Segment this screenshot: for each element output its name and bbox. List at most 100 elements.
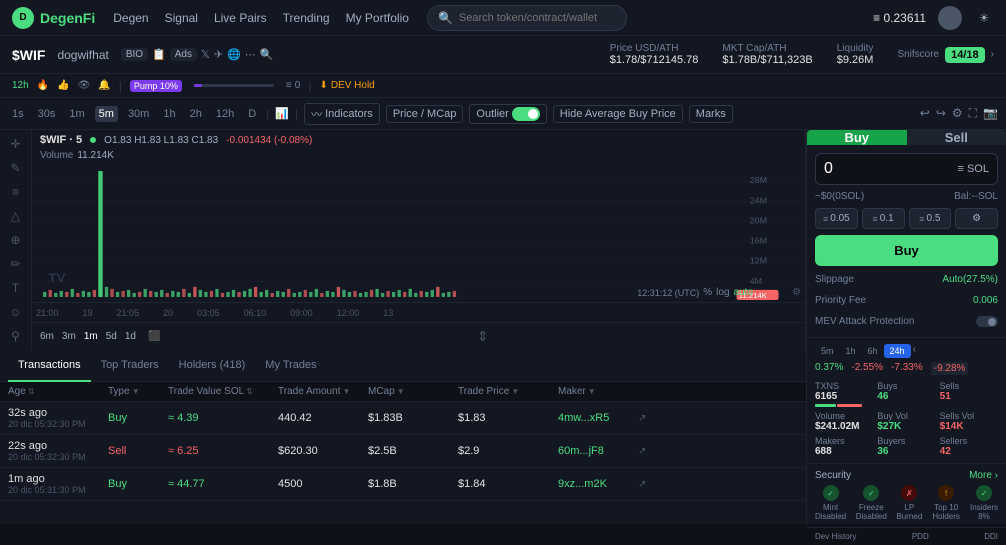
- undo-icon[interactable]: ↩: [920, 106, 930, 121]
- quick-btn-settings[interactable]: ⚙: [955, 208, 998, 229]
- eye-icon[interactable]: 👁: [78, 80, 91, 91]
- dev-history-item[interactable]: Dev History: [815, 532, 856, 541]
- candlestick-icon[interactable]: ⬛: [148, 331, 160, 342]
- nav-link-degen[interactable]: Degen: [113, 11, 148, 25]
- twitter-icon[interactable]: 𝕏: [201, 48, 210, 61]
- telegram-icon[interactable]: ✈: [214, 48, 223, 61]
- tf-small-6m[interactable]: 6m: [40, 331, 54, 342]
- svg-text:16M: 16M: [750, 236, 767, 246]
- th-mcap[interactable]: MCap ▼: [368, 386, 458, 397]
- nav-link-trending[interactable]: Trending: [283, 11, 330, 25]
- security-more[interactable]: More ›: [969, 470, 998, 481]
- th-maker[interactable]: Maker ▼: [558, 386, 638, 397]
- nav-link-live-pairs[interactable]: Live Pairs: [214, 11, 267, 25]
- user-avatar[interactable]: [938, 6, 962, 30]
- globe-icon[interactable]: 🌐: [227, 48, 241, 61]
- pencil-icon[interactable]: ✎: [6, 160, 26, 176]
- bell-icon[interactable]: 🔔: [98, 80, 110, 91]
- settings-icon[interactable]: ⚙: [952, 106, 963, 121]
- th-trade-value[interactable]: Trade Value SOL ⇅: [168, 386, 278, 397]
- outlier-btn[interactable]: Outlier: [469, 104, 546, 124]
- buy-tab[interactable]: Buy: [807, 130, 907, 145]
- crosshair-icon[interactable]: ✛: [6, 136, 26, 152]
- tf-small-1d[interactable]: 1d: [125, 331, 136, 342]
- priority-fee-val[interactable]: 0.006: [973, 295, 998, 306]
- snifscore-expand[interactable]: ›: [991, 49, 994, 60]
- tab-top-traders[interactable]: Top Traders: [91, 350, 169, 382]
- magnet-icon[interactable]: ⚲: [6, 328, 26, 344]
- nav-link-signal[interactable]: Signal: [165, 11, 198, 25]
- ddi-item[interactable]: DDI: [984, 532, 998, 541]
- tf-d[interactable]: D: [244, 106, 260, 122]
- log-btn[interactable]: log: [716, 287, 729, 298]
- marks-btn[interactable]: Marks: [689, 105, 733, 123]
- redo-icon[interactable]: ↪: [936, 106, 946, 121]
- tf-2h[interactable]: 2h: [186, 106, 206, 122]
- dev-history-row: Dev History PDD DDI: [807, 527, 1006, 545]
- draw-icon[interactable]: ✏: [6, 256, 26, 272]
- chart-type-icon[interactable]: 📊: [275, 107, 289, 120]
- tab-my-trades[interactable]: My Trades: [255, 350, 326, 382]
- search-input[interactable]: [459, 12, 616, 24]
- stat-tab-1h[interactable]: 1h: [840, 344, 862, 358]
- tf-1m[interactable]: 1m: [65, 106, 88, 122]
- stat-tab-24h[interactable]: 24h: [884, 344, 911, 358]
- tf-30m[interactable]: 30m: [124, 106, 153, 122]
- quick-btn-0.1[interactable]: ≡0.1: [862, 208, 905, 229]
- th-trade-price[interactable]: Trade Price ▼: [458, 386, 558, 397]
- measure-icon[interactable]: ⊕: [6, 232, 26, 248]
- sol-amount-input[interactable]: [824, 160, 923, 178]
- bio-badge[interactable]: BIO: [121, 48, 148, 61]
- more-icon[interactable]: ⋯: [245, 48, 256, 61]
- tf-12h[interactable]: 12h: [212, 106, 238, 122]
- fullscreen-icon[interactable]: ⛶: [969, 106, 977, 121]
- td-ext-link[interactable]: ↗: [638, 440, 658, 462]
- thumb-icon[interactable]: 👍: [57, 80, 69, 91]
- td-ext-link[interactable]: ↗: [638, 473, 658, 495]
- flame-icon[interactable]: 🔥: [37, 80, 49, 91]
- search-bar[interactable]: 🔍: [427, 5, 627, 31]
- tf-small-3m[interactable]: 3m: [62, 331, 76, 342]
- drag-handle[interactable]: ⇕: [477, 328, 489, 345]
- hide-avg-buy-btn[interactable]: Hide Average Buy Price: [553, 105, 683, 123]
- theme-toggle[interactable]: ☀: [974, 8, 994, 28]
- th-age[interactable]: Age ⇅: [8, 386, 108, 397]
- sell-tab[interactable]: Sell: [907, 130, 1006, 145]
- triangle-icon[interactable]: △: [6, 208, 26, 224]
- th-trade-amount[interactable]: Trade Amount ▼: [278, 386, 368, 397]
- outlier-toggle[interactable]: [512, 107, 540, 121]
- copy-icon[interactable]: 📋: [152, 48, 166, 61]
- nav-link-my-portfolio[interactable]: My Portfolio: [346, 11, 409, 25]
- quick-btn-0.05[interactable]: ≡0.05: [815, 208, 858, 229]
- pdd-item[interactable]: PDD: [912, 532, 929, 541]
- slippage-val[interactable]: Auto(27.5%): [942, 274, 998, 285]
- tf-small-5d[interactable]: 5d: [106, 331, 117, 342]
- tf-5m[interactable]: 5m: [95, 106, 118, 122]
- tf-30s[interactable]: 30s: [34, 106, 60, 122]
- price-mcap-btn[interactable]: Price / MCap: [386, 105, 464, 123]
- ads-badge[interactable]: Ads: [170, 48, 197, 61]
- mev-toggle[interactable]: [976, 316, 998, 327]
- auto-btn[interactable]: auto: [734, 287, 753, 298]
- stat-tab-6h[interactable]: 6h: [862, 344, 884, 358]
- text-icon[interactable]: T: [6, 280, 26, 296]
- tab-holders[interactable]: Holders (418): [169, 350, 256, 382]
- camera-icon[interactable]: 📷: [983, 106, 998, 121]
- chart-settings-icon[interactable]: ⚙: [792, 284, 801, 298]
- search-icon-2[interactable]: 🔍: [260, 48, 274, 61]
- indicators-btn[interactable]: 〰 Indicators: [304, 103, 380, 125]
- percent-btn[interactable]: %: [703, 287, 712, 298]
- td-ext-link[interactable]: ↗: [638, 407, 658, 429]
- tf-1h[interactable]: 1h: [159, 106, 179, 122]
- tf-small-1m[interactable]: 1m: [84, 331, 98, 342]
- lines-icon[interactable]: ≡: [6, 184, 26, 200]
- stats-collapse-icon[interactable]: ‹: [913, 344, 916, 358]
- buy-button[interactable]: Buy: [815, 235, 998, 266]
- emoji-icon[interactable]: ☺: [6, 304, 26, 320]
- tab-transactions[interactable]: Transactions: [8, 350, 91, 382]
- quick-btn-0.5[interactable]: ≡0.5: [909, 208, 952, 229]
- th-type[interactable]: Type ▼: [108, 386, 168, 397]
- logo[interactable]: D DegenFi: [12, 7, 95, 29]
- tf-1s[interactable]: 1s: [8, 106, 28, 122]
- stat-tab-5m[interactable]: 5m: [815, 344, 840, 358]
